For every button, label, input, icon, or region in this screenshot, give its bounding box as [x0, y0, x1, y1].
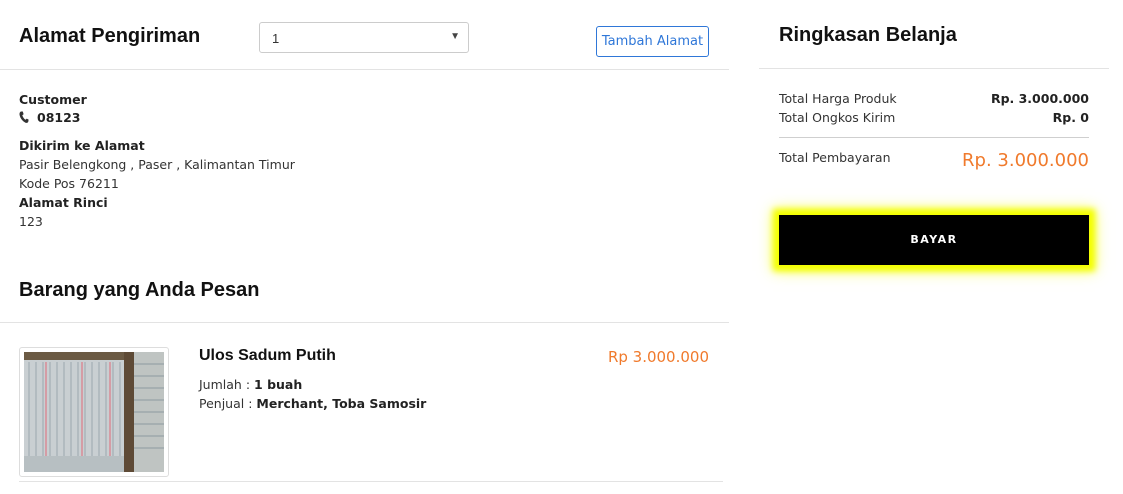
woven-cloth-photo-icon — [24, 352, 164, 472]
shipping-total-label: Total Ongkos Kirim — [779, 110, 896, 125]
postal-code: Kode Pos 76211 — [19, 176, 119, 191]
divider — [0, 322, 729, 323]
product-qty-value: 1 buah — [254, 377, 303, 392]
divider — [0, 69, 729, 70]
sent-to-label: Dikirim ke Alamat — [19, 138, 145, 153]
product-image[interactable] — [19, 347, 169, 477]
payment-total-label: Total Pembayaran — [779, 150, 891, 165]
address-select-value: 1 — [272, 31, 280, 46]
phone-icon — [19, 111, 29, 124]
phone-row: 08123 — [19, 110, 81, 125]
product-total-label: Total Harga Produk — [779, 91, 897, 106]
divider — [779, 137, 1089, 138]
order-title: Barang yang Anda Pesan — [19, 279, 260, 301]
product-qty: Jumlah : 1 buah — [199, 377, 302, 392]
product-price: Rp 3.000.000 — [607, 348, 709, 366]
product-qty-label: Jumlah : — [199, 377, 251, 392]
product-seller-label: Penjual : — [199, 396, 253, 411]
pay-button[interactable]: BAYAR — [779, 215, 1089, 265]
address-detail-value: 123 — [19, 214, 43, 229]
divider — [759, 68, 1109, 69]
product-seller-value: Merchant, Toba Samosir — [256, 396, 427, 411]
shipping-total-value: Rp. 0 — [1052, 110, 1089, 125]
divider — [19, 481, 723, 482]
customer-name: Customer — [19, 92, 87, 107]
chevron-down-icon: ▼ — [450, 31, 460, 42]
payment-total-value: Rp. 3.000.000 — [962, 150, 1089, 171]
product-total-value: Rp. 3.000.000 — [990, 91, 1089, 106]
address-line: Pasir Belengkong , Paser , Kalimantan Ti… — [19, 157, 295, 172]
add-address-button[interactable]: Tambah Alamat — [596, 26, 709, 57]
summary-title: Ringkasan Belanja — [779, 24, 957, 46]
address-detail-label: Alamat Rinci — [19, 195, 108, 210]
shipping-title: Alamat Pengiriman — [19, 25, 201, 47]
phone-number: 08123 — [37, 110, 81, 125]
product-seller: Penjual : Merchant, Toba Samosir — [199, 396, 426, 411]
product-name[interactable]: Ulos Sadum Putih — [199, 347, 336, 365]
address-select[interactable]: 1 ▼ — [259, 22, 469, 53]
